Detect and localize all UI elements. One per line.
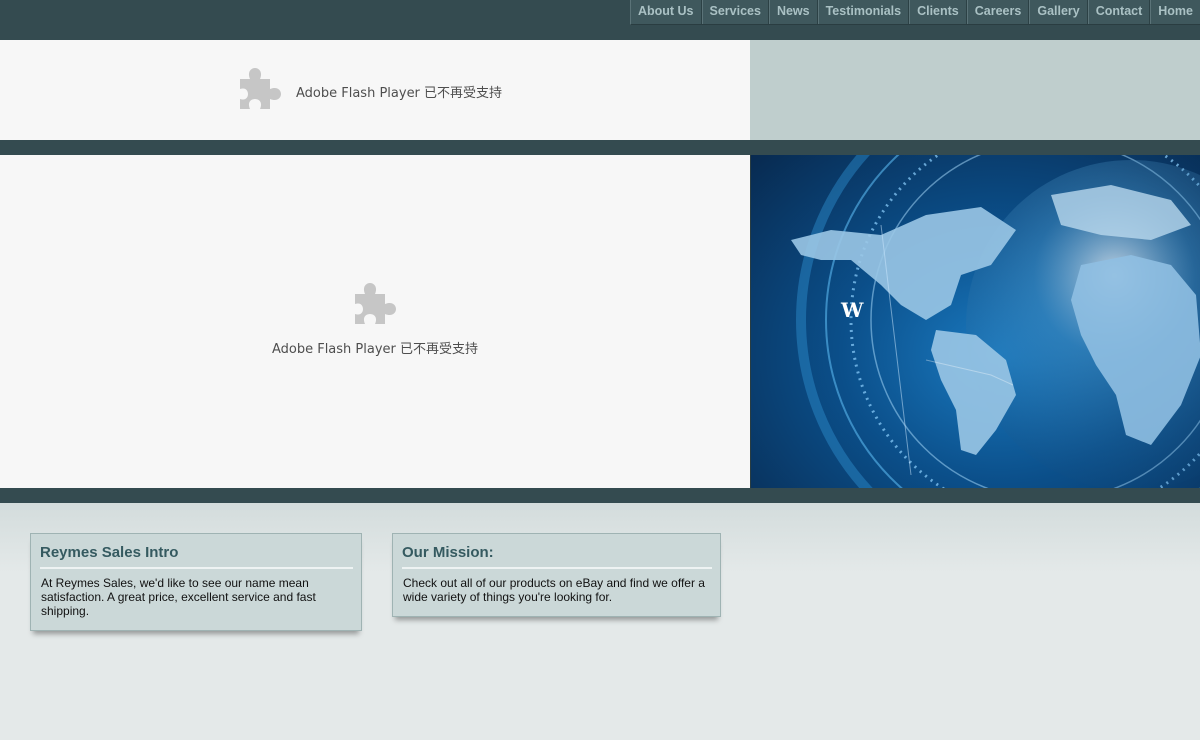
divider-stripe [0,140,1200,155]
nav-home[interactable]: Home [1150,0,1200,24]
intro-card-body: At Reymes Sales, we'd like to see our na… [41,576,316,618]
compass-letter: W [840,298,864,322]
nav-news[interactable]: News [768,0,818,24]
nav-clients[interactable]: Clients [909,0,967,24]
nav-gallery[interactable]: Gallery [1029,0,1088,24]
content-area: Reymes Sales Intro At Reymes Sales, we'd… [0,503,1200,740]
header-side-panel [750,40,1200,140]
puzzle-piece-icon [238,67,282,114]
flash-plugin-placeholder-main[interactable]: Adobe Flash Player 已不再受支持 [0,155,750,488]
divider-stripe [0,488,1200,503]
nav-about-us[interactable]: About Us [631,0,702,24]
nav-contact[interactable]: Contact [1087,0,1151,24]
nav-services[interactable]: Services [701,0,769,24]
flash-plugin-placeholder-top[interactable]: Adobe Flash Player 已不再受支持 [0,40,750,140]
intro-card-title: Reymes Sales Intro [40,544,353,569]
world-globe-image: W [750,155,1200,488]
nav-careers[interactable]: Careers [966,0,1030,24]
header-bar: About Us Services News Testimonials Clie… [0,0,1200,40]
plugin-unsupported-message: Adobe Flash Player 已不再受支持 [271,342,479,357]
mission-card-body: Check out all of our products on eBay an… [403,576,705,604]
plugin-unsupported-message: Adobe Flash Player 已不再受支持 [296,86,503,101]
mission-card: Our Mission: Check out all of our produc… [392,533,721,617]
puzzle-piece-icon [353,282,397,329]
nav-testimonials[interactable]: Testimonials [817,0,910,24]
mission-card-title: Our Mission: [402,544,712,569]
top-navigation: About Us Services News Testimonials Clie… [629,0,1200,25]
intro-card: Reymes Sales Intro At Reymes Sales, we'd… [30,533,362,631]
